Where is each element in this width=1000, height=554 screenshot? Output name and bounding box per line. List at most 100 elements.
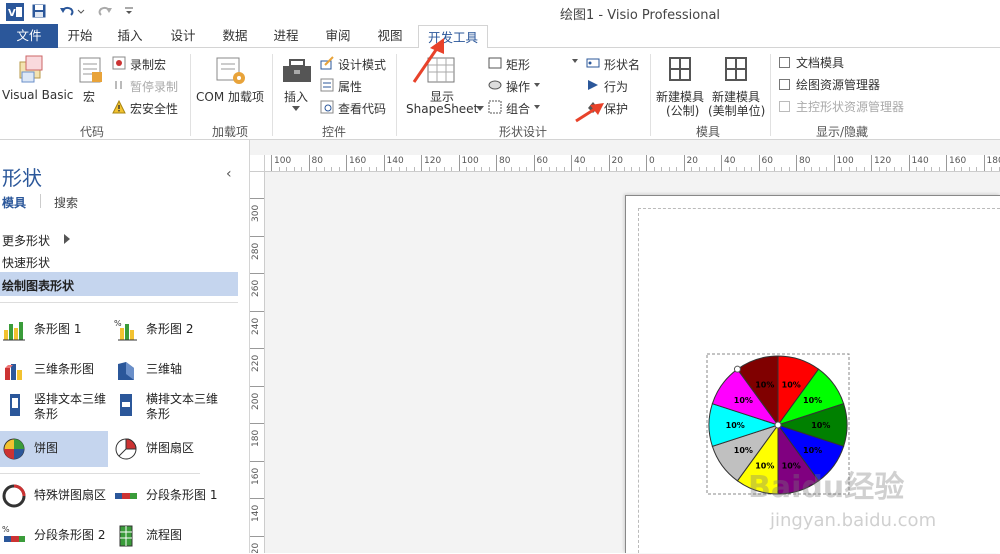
ruler-h-label: 180 (987, 156, 1000, 166)
nav-search-tab[interactable]: 搜索 (54, 194, 78, 211)
visual-basic-button[interactable]: Visual Basic (2, 88, 73, 102)
view-code-button[interactable]: 查看代码 (338, 100, 386, 117)
customize-qat-icon[interactable] (124, 6, 134, 16)
record-macro-icon (112, 56, 126, 70)
quick-shapes-item[interactable]: 快速形状 (2, 254, 50, 271)
behavior-button[interactable]: 行为 (604, 78, 628, 95)
percent-segmented-bar-icon: % (2, 524, 26, 548)
drawing-explorer-label: 绘图资源管理器 (796, 76, 880, 93)
shape-segmented-bar-2[interactable]: % 分段条形图 2 (0, 524, 110, 554)
shape-pie-slice[interactable]: 饼图扇区 (112, 437, 238, 467)
ruler-h-minor-tick (714, 167, 715, 172)
ruler-v-label: 300 (251, 205, 261, 222)
tab-file[interactable]: 文件 (0, 24, 58, 48)
ruler-h-minor-tick (781, 167, 782, 172)
shapes-pane: 形状 ‹ 模具 搜索 更多形状 快速形状 绘制图表形状 条形图 1 % 条形图 … (0, 140, 250, 553)
ruler-h-tick (646, 155, 647, 172)
macro-security-button[interactable]: 宏安全性 (130, 100, 178, 117)
ruler-h-label: 60 (762, 156, 773, 166)
ruler-h-tick (309, 155, 310, 172)
ruler-h-minor-tick (376, 167, 377, 172)
group-code-label: 代码 (80, 123, 104, 140)
ruler-h-minor-tick (789, 167, 790, 172)
tab-review[interactable]: 审阅 (318, 24, 358, 48)
pie-slice-label: 10% (811, 421, 830, 430)
pause-recording-button[interactable]: 暂停录制 (130, 78, 178, 95)
shape-pie-chart[interactable]: 饼图 (0, 437, 110, 467)
ruler-h-label: 160 (349, 156, 366, 166)
shape-bar-chart-1[interactable]: 条形图 1 (0, 318, 110, 348)
shape-bar-chart-2[interactable]: % 条形图 2 (112, 318, 238, 348)
more-shapes-item[interactable]: 更多形状 (2, 232, 50, 249)
ruler-h-minor-tick (451, 167, 452, 172)
ruler-h-tick (984, 155, 985, 172)
ruler-h-minor-tick (474, 167, 475, 172)
ruler-h-label: 40 (724, 156, 735, 166)
shape-horizontal-text-3d-bar[interactable]: 横排文本三维条形 (112, 392, 238, 426)
macros-button[interactable]: 宏 (83, 88, 95, 105)
ruler-v-tick (250, 498, 265, 499)
ruler-h-minor-tick (639, 167, 640, 172)
visio-logo-icon[interactable]: V (6, 3, 24, 21)
shape-3d-bar-chart[interactable]: 三维条形图 (0, 358, 110, 388)
operations-button[interactable]: 操作 (506, 78, 530, 95)
ruler-h-minor-tick (751, 167, 752, 172)
ruler-h-minor-tick (324, 167, 325, 172)
control-handle[interactable] (775, 422, 781, 428)
group-button[interactable]: 组合 (506, 100, 530, 117)
nav-stencils-tab[interactable]: 模具 (2, 194, 26, 211)
insert-control-button[interactable]: 插入 (284, 88, 308, 105)
ruler-h-tick (571, 155, 572, 172)
show-shapesheet-label-2[interactable]: ShapeSheet (406, 102, 478, 116)
record-macro-button[interactable]: 录制宏 (130, 56, 166, 73)
vertical-ruler[interactable]: 300280260240220200180160140120 (250, 172, 265, 553)
group-addins-label: 加载项 (210, 123, 250, 140)
ruler-h-minor-tick (841, 167, 842, 172)
shape-3d-axis[interactable]: 三维轴 (112, 358, 238, 388)
ruler-h-minor-tick (399, 167, 400, 172)
ruler-h-minor-tick (631, 167, 632, 172)
vertical-text-bar-icon (2, 392, 26, 416)
shape-segmented-bar-1[interactable]: 分段条形图 1 (112, 484, 238, 514)
tab-home[interactable]: 开始 (60, 24, 100, 48)
control-handle[interactable] (734, 366, 740, 372)
ruler-h-label: 40 (574, 156, 585, 166)
tab-design[interactable]: 设计 (163, 24, 203, 48)
design-mode-button[interactable]: 设计模式 (338, 56, 386, 73)
ruler-v-tick (250, 273, 265, 274)
ruler-h-minor-tick (286, 167, 287, 172)
ruler-h-minor-tick (691, 167, 692, 172)
new-stencil-us-line2[interactable]: (美制单位) (708, 102, 765, 119)
ruler-h-minor-tick (744, 167, 745, 172)
new-stencil-metric-icon (668, 56, 692, 82)
ruler-h-minor-tick (369, 167, 370, 172)
document-stencil-checkbox[interactable] (779, 57, 790, 68)
horizontal-ruler[interactable]: 1008016014012010080604020020406080100120… (265, 155, 1000, 172)
ruler-h-minor-tick (616, 167, 617, 172)
ruler-h-minor-tick (766, 167, 767, 172)
save-icon[interactable] (32, 4, 46, 18)
3d-bar-chart-icon (2, 358, 26, 382)
shape-special-pie-slice[interactable]: 特殊饼图扇区 (0, 484, 110, 514)
properties-button[interactable]: 属性 (338, 78, 362, 95)
undo-icon[interactable] (58, 4, 86, 18)
collapse-pane-icon[interactable]: ‹ (226, 166, 232, 182)
ruler-h-minor-tick (601, 167, 602, 172)
shape-vertical-text-3d-bar[interactable]: 竖排文本三维条形 (0, 392, 110, 426)
ruler-h-minor-tick (669, 167, 670, 172)
master-explorer-checkbox[interactable] (779, 101, 790, 112)
ruler-v-tick (250, 461, 265, 462)
shape-name-button[interactable]: 形状名 (604, 56, 640, 73)
ruler-h-minor-tick (339, 167, 340, 172)
ruler-h-minor-tick (391, 167, 392, 172)
rectangle-button[interactable]: 矩形 (506, 56, 530, 73)
shape-flowchart[interactable]: 流程图 (112, 524, 238, 554)
new-stencil-metric-line2[interactable]: (公制) (666, 102, 699, 119)
tab-insert[interactable]: 插入 (110, 24, 150, 48)
drawing-explorer-checkbox[interactable] (779, 79, 790, 90)
tab-process[interactable]: 进程 (266, 24, 306, 48)
redo-icon[interactable] (96, 4, 116, 18)
com-addins-button[interactable]: COM 加载项 (196, 88, 264, 105)
ruler-h-minor-tick (879, 167, 880, 172)
tab-data[interactable]: 数据 (215, 24, 255, 48)
